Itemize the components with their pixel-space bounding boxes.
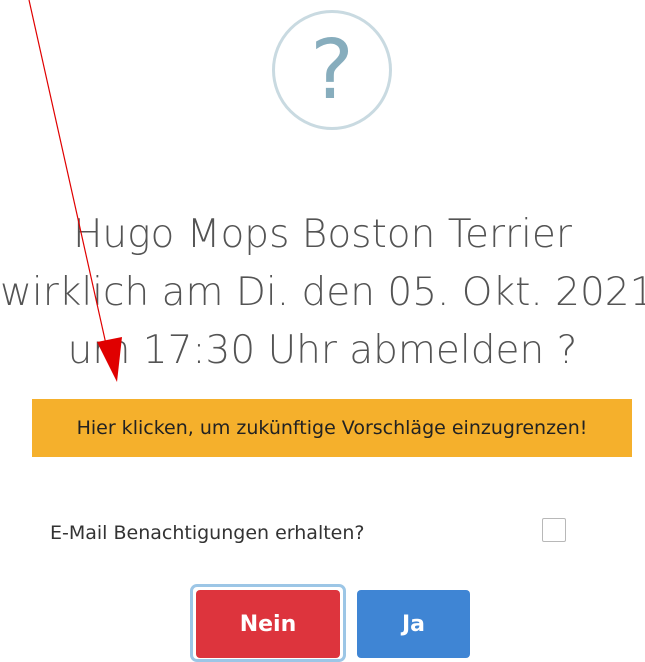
dialog-message: Hugo Mops Boston Terrier wirklich am Di.… (0, 206, 645, 380)
message-line-1: Hugo Mops Boston Terrier (73, 212, 572, 257)
filter-suggestions-banner[interactable]: Hier klicken, um zukünftige Vorschläge e… (32, 399, 632, 457)
question-mark-icon: ? (272, 10, 392, 130)
email-notifications-label: E-Mail Benachtigungen erhalten? (50, 522, 365, 544)
email-notifications-checkbox[interactable] (542, 518, 566, 542)
message-line-3: um 17:30 Uhr abmelden ? (67, 328, 578, 373)
question-glyph: ? (310, 23, 354, 118)
yes-button[interactable]: Ja (357, 590, 470, 658)
no-button[interactable]: Nein (196, 590, 340, 658)
message-line-2: wirklich am Di. den 05. Okt. 2021 (0, 270, 645, 315)
